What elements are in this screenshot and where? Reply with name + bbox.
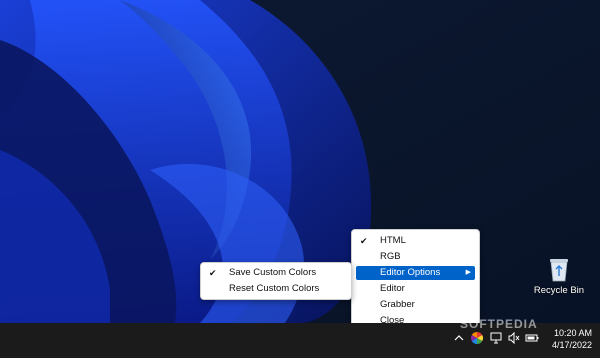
editor-options-submenu: ✔ Save Custom Colors Reset Custom Colors [200, 262, 352, 300]
recycle-bin[interactable]: Recycle Bin [531, 256, 587, 296]
menu-item-rgb[interactable]: RGB [356, 250, 475, 264]
chevron-up-icon[interactable] [452, 331, 466, 345]
network-icon[interactable] [489, 331, 503, 345]
recycle-bin-label: Recycle Bin [533, 285, 585, 296]
checkmark-icon: ✔ [209, 268, 217, 278]
menu-item-save-custom-colors[interactable]: ✔ Save Custom Colors [205, 266, 347, 280]
menu-item-grabber[interactable]: Grabber [356, 298, 475, 312]
menu-item-editor-options[interactable]: Editor Options ▶ [356, 266, 475, 280]
submenu-arrow-icon: ▶ [465, 269, 471, 276]
menu-item-html[interactable]: ✔ HTML [356, 234, 475, 248]
recycle-bin-icon [550, 259, 568, 282]
volume-muted-icon[interactable] [507, 331, 521, 345]
clock-time: 10:20 AM [553, 328, 592, 338]
menu-item-editor[interactable]: Editor [356, 282, 475, 296]
menu-item-reset-custom-colors[interactable]: Reset Custom Colors [205, 282, 347, 296]
taskbar-clock[interactable]: 10:20 AM 4/17/2022 [552, 327, 592, 351]
color-picker-tray-icon[interactable] [470, 331, 484, 345]
battery-icon[interactable] [525, 331, 539, 345]
clock-date: 4/17/2022 [551, 340, 592, 350]
checkmark-icon: ✔ [360, 236, 368, 246]
softpedia-watermark: SOFTPEDIA [460, 317, 538, 331]
